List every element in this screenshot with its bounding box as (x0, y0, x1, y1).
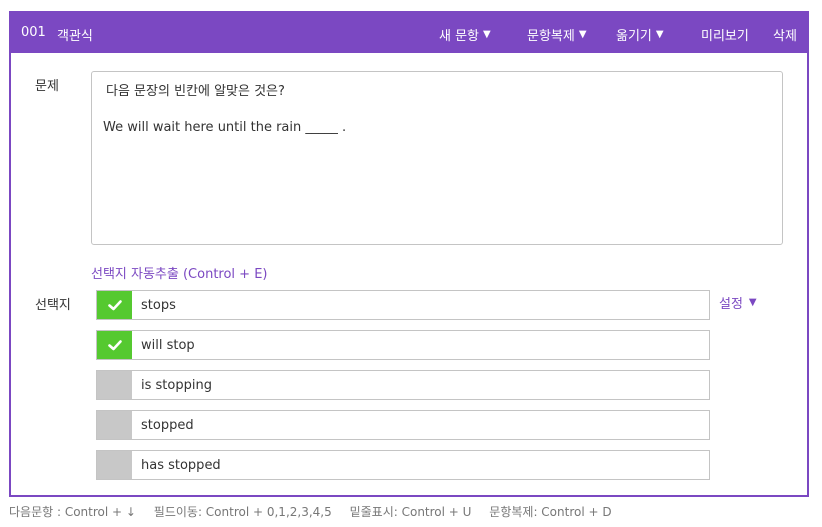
question-number: 001 (21, 25, 46, 40)
question-prompt-text: 다음 문장의 빈칸에 알맞은 것은? (106, 84, 285, 99)
move-question-label: 옮기기 (616, 29, 652, 44)
choice-row: stopped (96, 410, 710, 440)
duplicate-question-menu[interactable]: 문항복제 ▼ (527, 25, 587, 44)
choice-row: will stop (96, 330, 710, 360)
shortcut-underline: 밑줄표시: Control + U (349, 505, 472, 519)
new-question-label: 새 문항 (439, 29, 480, 44)
choice-correct-toggle[interactable] (97, 371, 132, 399)
choice-row: has stopped (96, 450, 710, 480)
question-text-editor[interactable]: 다음 문장의 빈칸에 알맞은 것은? We will wait here unt… (91, 71, 783, 245)
question-type: 객관식 (57, 29, 93, 44)
caret-down-icon: ▼ (578, 29, 587, 40)
choice-row: is stopping (96, 370, 710, 400)
checkmark-icon (107, 340, 122, 351)
shortcut-duplicate: 문항복제: Control + D (489, 505, 612, 519)
choice-row: stops (96, 290, 710, 320)
choice-text-field[interactable]: will stop (132, 331, 709, 359)
caret-down-icon: ▼ (483, 29, 491, 40)
choices-field-label: 선택지 (35, 298, 71, 313)
choice-correct-toggle[interactable] (97, 291, 132, 319)
question-field-label: 문제 (35, 79, 59, 94)
caret-down-icon: ▼ (655, 29, 664, 40)
delete-button[interactable]: 삭제 (773, 25, 797, 44)
choice-correct-toggle[interactable] (97, 451, 132, 479)
choice-correct-toggle[interactable] (97, 411, 132, 439)
auto-extract-choices-link[interactable]: 선택지 자동추출 (Control + E) (91, 263, 268, 282)
preview-button[interactable]: 미리보기 (701, 25, 749, 44)
new-question-menu[interactable]: 새 문항 ▼ (439, 25, 491, 44)
checkmark-icon (107, 300, 122, 311)
move-question-menu[interactable]: 옮기기 ▼ (616, 25, 664, 44)
delete-label: 삭제 (773, 29, 797, 44)
choice-correct-toggle[interactable] (97, 331, 132, 359)
duplicate-question-label: 문항복제 (527, 29, 575, 44)
shortcut-next-question: 다음문항 : Control + ↓ (9, 505, 136, 519)
caret-down-icon: ▼ (748, 297, 757, 308)
question-editor-panel: 001 객관식 새 문항 ▼ 문항복제 ▼ 옮기기 ▼ 미리보기 삭제 문제 다… (9, 11, 809, 497)
choice-text-field[interactable]: has stopped (132, 451, 709, 479)
question-header-bar: 001 객관식 새 문항 ▼ 문항복제 ▼ 옮기기 ▼ 미리보기 삭제 (11, 13, 807, 53)
choice-text-field[interactable]: stopped (132, 411, 709, 439)
preview-label: 미리보기 (701, 29, 749, 44)
choice-settings-dropdown[interactable]: 설정 ▼ (719, 293, 757, 312)
shortcut-field-move: 필드이동: Control + 0,1,2,3,4,5 (153, 505, 332, 519)
choice-text-field[interactable]: is stopping (132, 371, 709, 399)
choice-text-field[interactable]: stops (132, 291, 709, 319)
keyboard-shortcuts-bar: 다음문항 : Control + ↓ 필드이동: Control + 0,1,2… (9, 503, 626, 520)
settings-label: 설정 (719, 297, 743, 312)
question-sentence-text: We will wait here until the rain _____ . (103, 120, 347, 135)
